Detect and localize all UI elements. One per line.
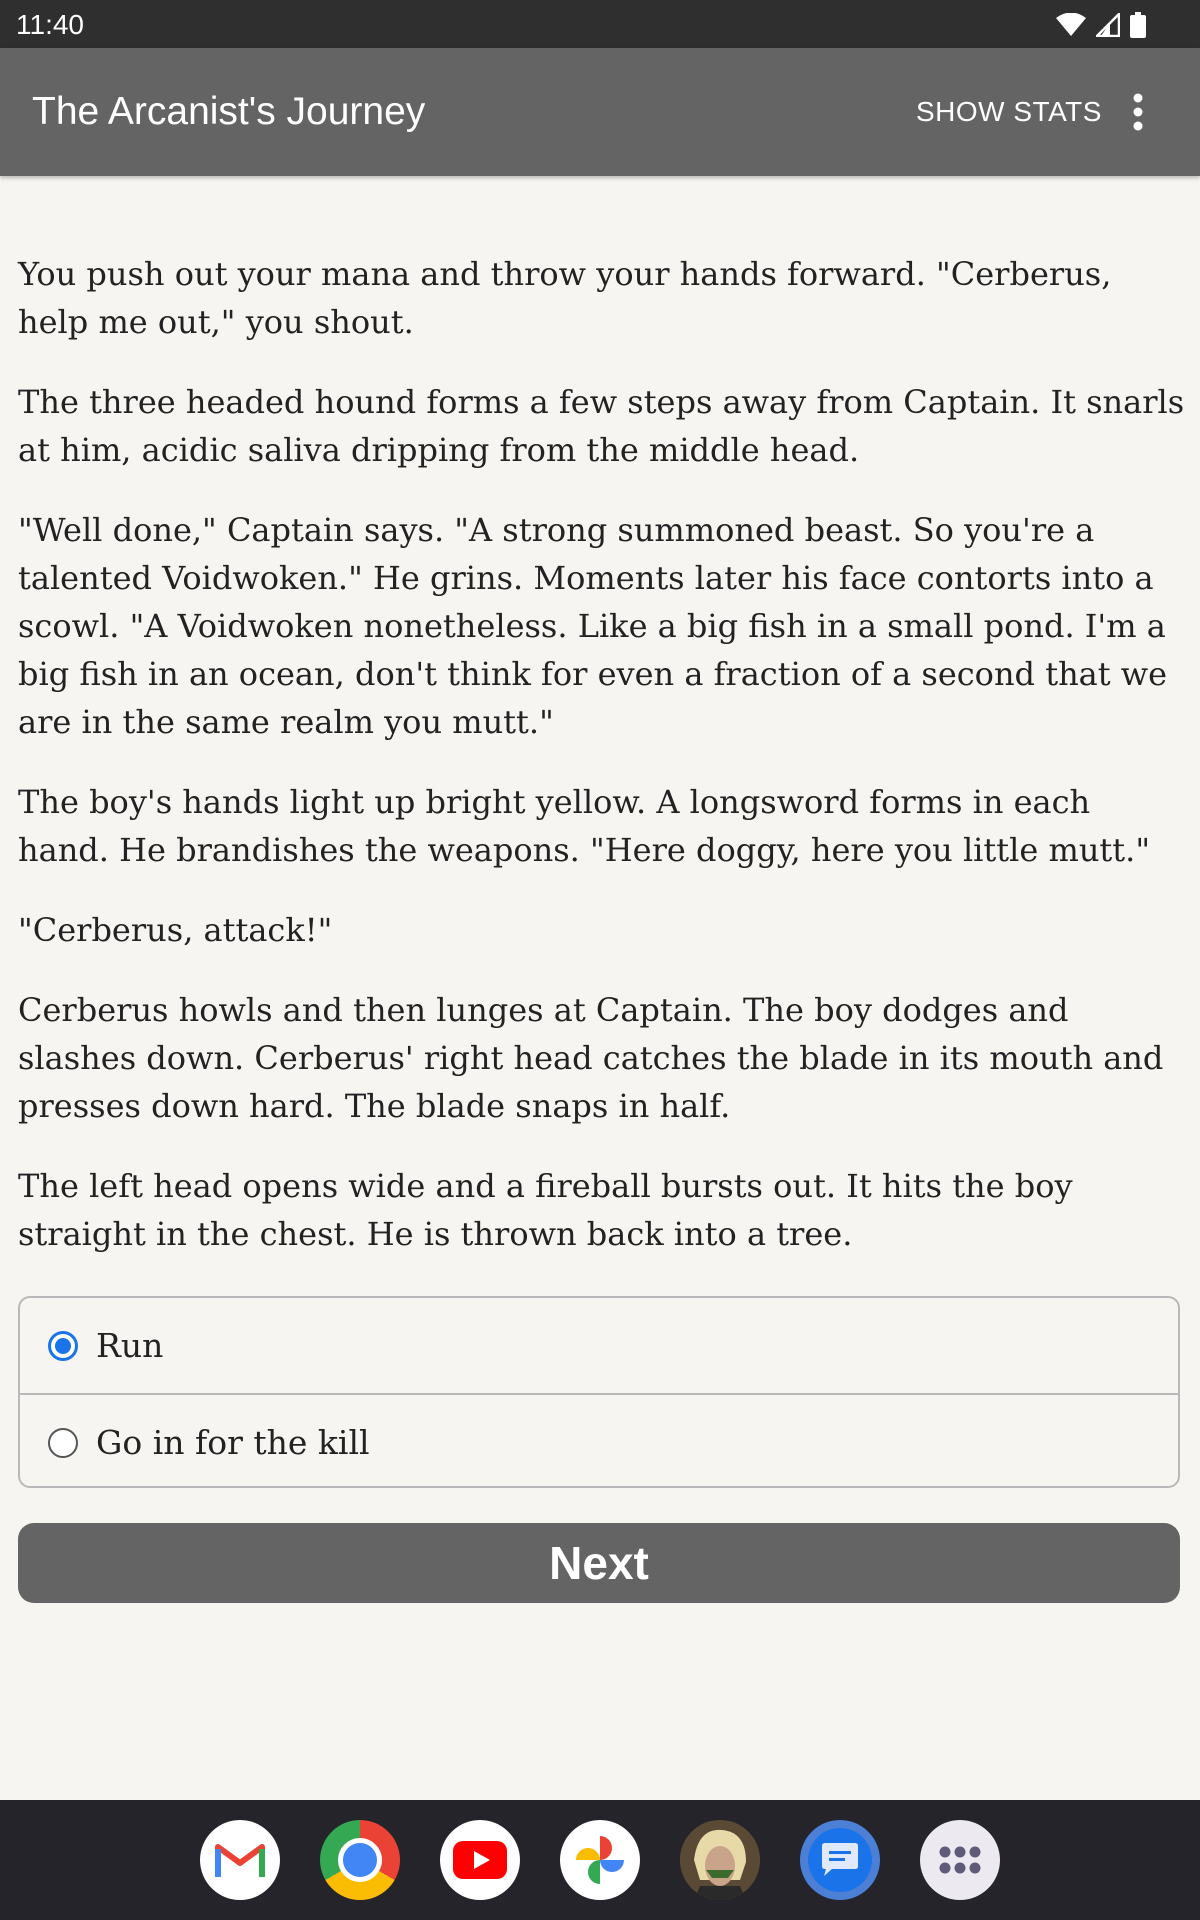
- more-vert-icon[interactable]: [1123, 92, 1153, 132]
- radio-button[interactable]: [48, 1427, 78, 1458]
- youtube-icon[interactable]: [440, 1820, 520, 1900]
- choice-run[interactable]: Run: [20, 1298, 1178, 1393]
- status-icons: [1056, 12, 1146, 38]
- signal-icon: [1096, 13, 1120, 37]
- battery-icon: [1130, 12, 1146, 38]
- status-time: 11:40: [16, 9, 84, 40]
- story-paragraph: "Cerberus, attack!": [18, 911, 333, 949]
- radio-button-selected[interactable]: [48, 1330, 78, 1361]
- app-bar: The Arcanist's Journey SHOW STATS: [0, 48, 1200, 176]
- show-stats-button[interactable]: SHOW STATS: [916, 96, 1102, 128]
- story-paragraph: "Well done," Captain says. "A strong sum…: [18, 511, 1168, 741]
- photos-icon[interactable]: [560, 1820, 640, 1900]
- app-title: The Arcanist's Journey: [32, 90, 426, 133]
- wifi-icon: [1056, 13, 1086, 36]
- story-paragraph: You push out your mana and throw your ha…: [18, 255, 1112, 341]
- messages-icon[interactable]: [800, 1820, 880, 1900]
- story-text: You push out your mana and throw your ha…: [18, 250, 1186, 1290]
- next-button[interactable]: Next: [18, 1523, 1180, 1603]
- choice-label: Go in for the kill: [96, 1423, 370, 1462]
- app-dock: [0, 1800, 1200, 1920]
- choice-group: Run Go in for the kill: [18, 1296, 1180, 1488]
- story-paragraph: The left head opens wide and a fireball …: [18, 1167, 1073, 1253]
- chrome-icon[interactable]: [320, 1820, 400, 1900]
- choice-go-in-for-the-kill[interactable]: Go in for the kill: [20, 1393, 1178, 1486]
- story-paragraph: Cerberus howls and then lunges at Captai…: [18, 991, 1164, 1125]
- gmail-icon[interactable]: [200, 1820, 280, 1900]
- app-drawer-icon[interactable]: [920, 1820, 1000, 1900]
- game-avatar-icon[interactable]: [680, 1820, 760, 1900]
- story-paragraph: The boy's hands light up bright yellow. …: [18, 783, 1151, 869]
- status-bar: 11:40: [0, 0, 1200, 48]
- choice-label: Run: [96, 1326, 164, 1365]
- story-paragraph: The three headed hound forms a few steps…: [18, 383, 1185, 469]
